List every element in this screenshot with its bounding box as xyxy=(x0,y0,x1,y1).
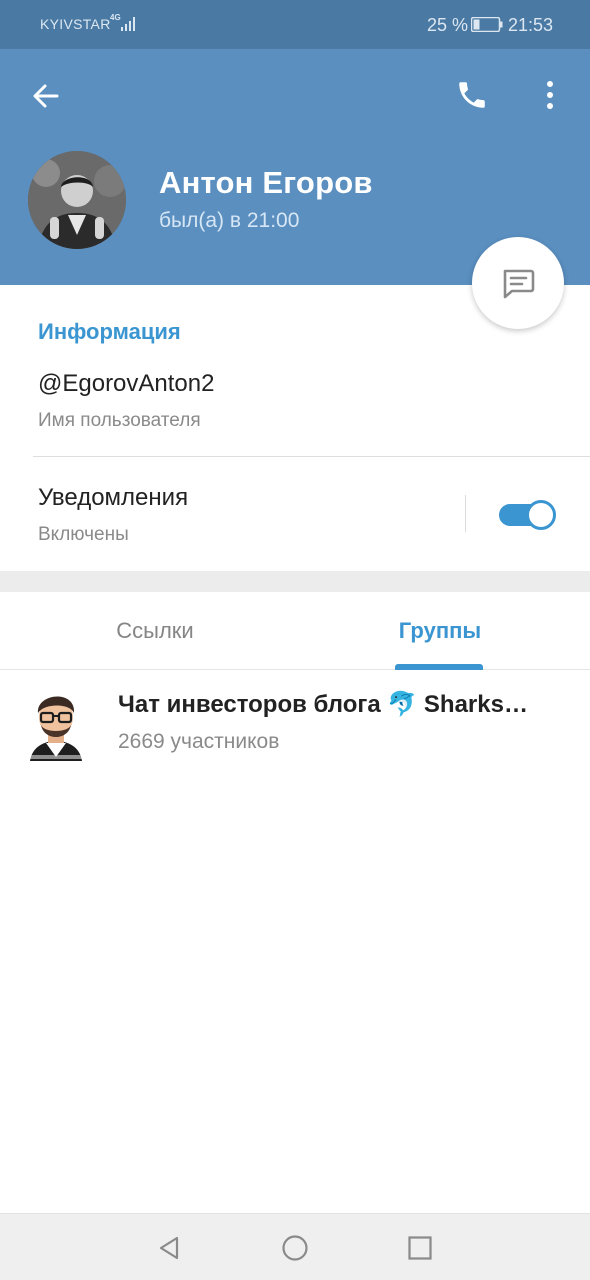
profile-name: Антон Егоров xyxy=(159,165,373,200)
vertical-divider xyxy=(465,495,466,532)
username-value[interactable]: @EgorovAnton2 xyxy=(38,370,214,398)
more-options-button[interactable] xyxy=(530,71,570,119)
more-vertical-icon xyxy=(547,81,553,109)
battery-icon xyxy=(471,17,503,32)
tab-links[interactable]: Ссылки xyxy=(90,592,220,670)
cartoon-avatar-icon xyxy=(30,696,82,761)
square-recents-icon xyxy=(408,1236,432,1260)
section-separator xyxy=(0,571,590,592)
media-tabs: Ссылки Группы xyxy=(0,592,590,670)
list-item[interactable]: Чат инвесторов блога 🐬 Sharks… 2669 учас… xyxy=(0,671,590,771)
call-button[interactable] xyxy=(448,71,496,119)
nav-home-button[interactable] xyxy=(273,1226,317,1270)
battery-percent: 25 % xyxy=(427,15,469,35)
group-members-count: 2669 участников xyxy=(118,730,280,753)
nav-recents-button[interactable] xyxy=(398,1226,442,1270)
group-avatar xyxy=(24,685,88,761)
phone-icon xyxy=(459,82,485,108)
carrier-name: KYIVSTAR xyxy=(40,16,111,32)
arrow-left-icon xyxy=(33,84,59,108)
notifications-row[interactable]: Уведомления Включены xyxy=(0,457,590,571)
notifications-toggle[interactable] xyxy=(499,500,556,530)
last-seen-status: был(а) в 21:00 xyxy=(159,209,300,232)
triangle-back-icon xyxy=(159,1236,179,1260)
signal-icon xyxy=(121,17,135,31)
active-tab-indicator xyxy=(395,664,483,670)
system-navigation-bar xyxy=(0,1213,590,1280)
nav-back-button[interactable] xyxy=(147,1226,191,1270)
circle-home-icon xyxy=(282,1235,308,1261)
back-button[interactable] xyxy=(24,74,68,118)
person-photo-icon xyxy=(28,151,126,249)
group-name: Чат инвесторов блога 🐬 Sharks… xyxy=(118,691,528,718)
info-section-title: Информация xyxy=(38,319,181,344)
username-label: Имя пользователя xyxy=(38,410,201,431)
message-icon xyxy=(503,269,535,299)
clock: 21:53 xyxy=(508,15,554,35)
notifications-status: Включены xyxy=(38,524,129,545)
send-message-button[interactable] xyxy=(472,237,564,329)
toggle-knob xyxy=(526,500,556,530)
tab-groups[interactable]: Группы xyxy=(380,592,500,670)
profile-avatar[interactable] xyxy=(28,151,126,249)
status-bar: KYIVSTAR 4G 25 % 21:53 xyxy=(0,0,590,49)
notifications-label: Уведомления xyxy=(38,484,189,511)
